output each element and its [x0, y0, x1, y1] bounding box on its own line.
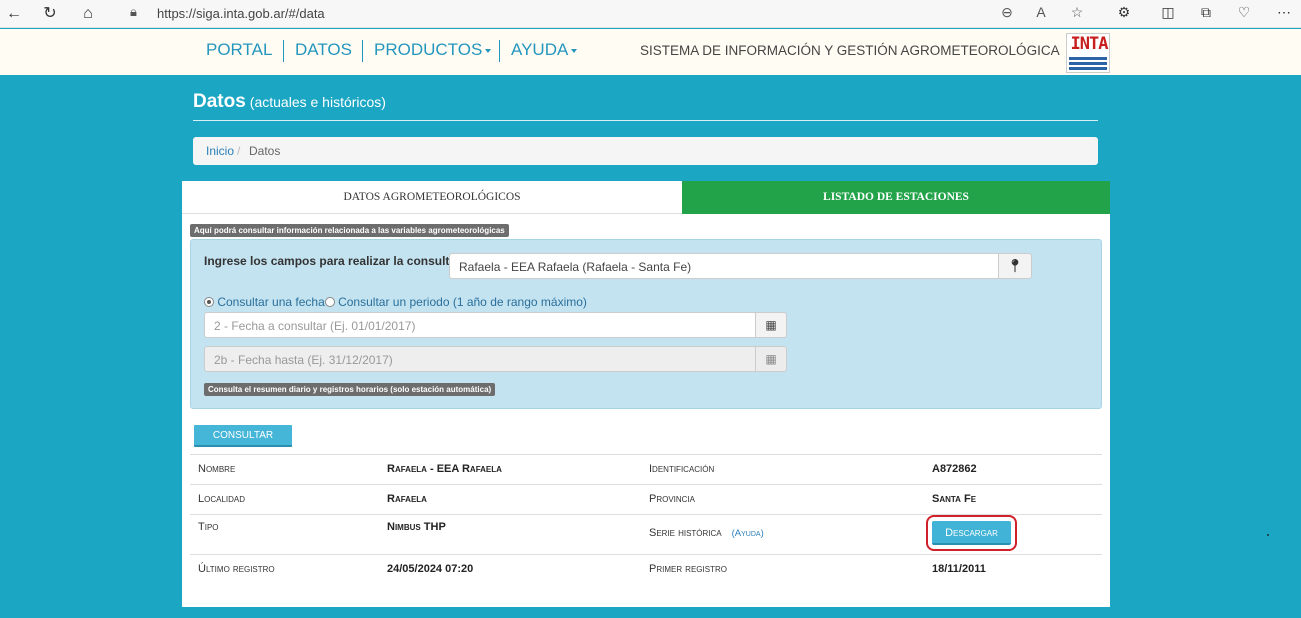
provincia-value: Santa Fe: [932, 493, 977, 505]
extensions-icon[interactable]: ⚙: [1114, 4, 1134, 21]
caret-down-icon: [485, 48, 492, 53]
map-marker-icon: 📍︎: [1006, 258, 1024, 273]
nav-divider: [283, 40, 284, 62]
calendar-button[interactable]: ▦: [755, 312, 787, 338]
page-title-text: Datos: [193, 91, 246, 112]
calendar-button-disabled: ▦: [755, 346, 787, 372]
query-type-radios: Consultar una fecha Consultar un periodo…: [204, 295, 587, 309]
main-panel: DATOS AGROMETEOROLÓGICOS LISTADO DE ESTA…: [182, 181, 1110, 607]
page-title: Datos (actuales e históricos): [193, 91, 386, 113]
tipo-value: Nimbus THP: [387, 521, 446, 533]
nav-productos-label: PRODUCTOS: [374, 40, 483, 59]
logo-lines: [1069, 57, 1107, 72]
localidad-label: Localidad: [198, 493, 246, 505]
query-form: Ingrese los campos para realizar la cons…: [190, 239, 1102, 409]
calendar-icon: ▦: [765, 352, 777, 366]
nav-productos[interactable]: PRODUCTOS: [374, 40, 492, 60]
nav-ayuda[interactable]: AYUDA: [511, 40, 578, 60]
page-subtitle: (actuales e históricos): [249, 94, 386, 110]
more-options-icon[interactable]: ⋯: [1274, 4, 1294, 21]
primer-registro-value: 18/11/2011: [932, 563, 986, 575]
date-to-field: 2b - Fecha hasta (Ej. 31/12/2017): [204, 346, 756, 372]
calendar-icon: ▦: [765, 318, 777, 332]
fields-label: Ingrese los campos para realizar la cons…: [204, 254, 457, 268]
site-title: SISTEMA DE INFORMACIÓN Y GESTIÓN AGROMET…: [640, 43, 1060, 58]
tab-listado-estaciones[interactable]: LISTADO DE ESTACIONES: [682, 181, 1110, 214]
primer-registro-label: Primer registro: [649, 563, 727, 575]
nav-ayuda-label: AYUDA: [511, 40, 569, 59]
provincia-label: Provincia: [649, 493, 696, 505]
logo-text: INTA: [1070, 34, 1109, 54]
nombre-value: Rafaela - EEA Rafaela: [387, 463, 502, 475]
caret-down-icon: [571, 48, 578, 53]
divider: [193, 120, 1098, 121]
tab-datos-agrometeorologicos[interactable]: DATOS AGROMETEOROLÓGICOS: [182, 181, 682, 214]
date-field[interactable]: 2 - Fecha a consultar (Ej. 01/01/2017): [204, 312, 756, 338]
zoom-icon[interactable]: ⊖: [998, 4, 1016, 21]
ultimo-registro-value: 24/05/2024 07:20: [387, 563, 474, 575]
table-row: Último registro 24/05/2024 07:20 Primer …: [190, 554, 1102, 584]
nombre-label: Nombre: [198, 463, 236, 475]
consultar-button[interactable]: CONSULTAR: [194, 425, 292, 447]
nav-datos[interactable]: DATOS: [295, 40, 352, 60]
radio-periodo-label[interactable]: Consultar un periodo (1 año de rango máx…: [338, 295, 587, 309]
map-marker-button[interactable]: 📍︎: [998, 253, 1032, 279]
home-icon[interactable]: ⌂: [78, 4, 98, 24]
station-select[interactable]: Rafaela - EEA Rafaela (Rafaela - Santa F…: [449, 253, 999, 279]
breadcrumb-current: Datos: [249, 144, 281, 158]
browser-toolbar: ← ↻ ⌂ 🔒︎ https://siga.inta.gob.ar/#/data…: [0, 0, 1301, 28]
serie-label: Serie histórica (Ayuda): [649, 527, 764, 539]
info-label: Aquí podrá consultar información relacio…: [190, 224, 509, 237]
nav-portal[interactable]: PORTAL: [206, 40, 272, 60]
refresh-icon[interactable]: ↻: [40, 4, 60, 24]
breadcrumb-home[interactable]: Inicio: [206, 144, 234, 158]
stray-dot: [1267, 534, 1269, 536]
radio-fecha-label[interactable]: Consultar una fecha: [217, 295, 324, 309]
identificacion-label: Identificación: [649, 463, 715, 475]
inta-logo[interactable]: INTA: [1066, 33, 1110, 73]
ultimo-registro-label: Último registro: [198, 563, 275, 575]
tipo-label: Tipo: [198, 521, 219, 533]
identificacion-value: A872862: [932, 463, 977, 475]
collections-icon[interactable]: ⧉: [1196, 4, 1216, 21]
ayuda-link[interactable]: (Ayuda): [732, 528, 764, 539]
note-label: Consulta el resumen diario y registros h…: [204, 383, 496, 396]
table-row: Tipo Nimbus THP Serie histórica (Ayuda) D…: [190, 514, 1102, 554]
nav-divider: [499, 40, 500, 62]
table-row: Localidad Rafaela Provincia Santa Fe: [190, 484, 1102, 514]
split-screen-icon[interactable]: ◫: [1158, 4, 1178, 21]
lock-icon: 🔒︎: [130, 4, 137, 19]
descargar-highlight: Descargar: [926, 515, 1017, 551]
breadcrumb-separator: /: [237, 144, 241, 158]
url-text: https://siga.inta.gob.ar/#/data: [157, 6, 325, 21]
browser-essentials-icon[interactable]: ♡: [1234, 4, 1254, 21]
read-aloud-icon[interactable]: A: [1032, 4, 1050, 20]
radio-fecha[interactable]: [204, 297, 214, 307]
address-bar[interactable]: 🔒︎ https://siga.inta.gob.ar/#/data ⊖ A ☆: [112, 1, 1100, 26]
serie-label-text: Serie histórica: [649, 527, 722, 539]
breadcrumb: Inicio / Datos: [193, 137, 1098, 165]
back-icon[interactable]: ←: [4, 4, 24, 24]
favorite-star-icon[interactable]: ☆: [1068, 4, 1086, 21]
nav-divider: [362, 40, 363, 62]
radio-periodo[interactable]: [324, 297, 335, 307]
table-row: Nombre Rafaela - EEA Rafaela Identificac…: [190, 454, 1102, 484]
descargar-button[interactable]: Descargar: [932, 521, 1011, 545]
localidad-value: Rafaela: [387, 493, 427, 505]
